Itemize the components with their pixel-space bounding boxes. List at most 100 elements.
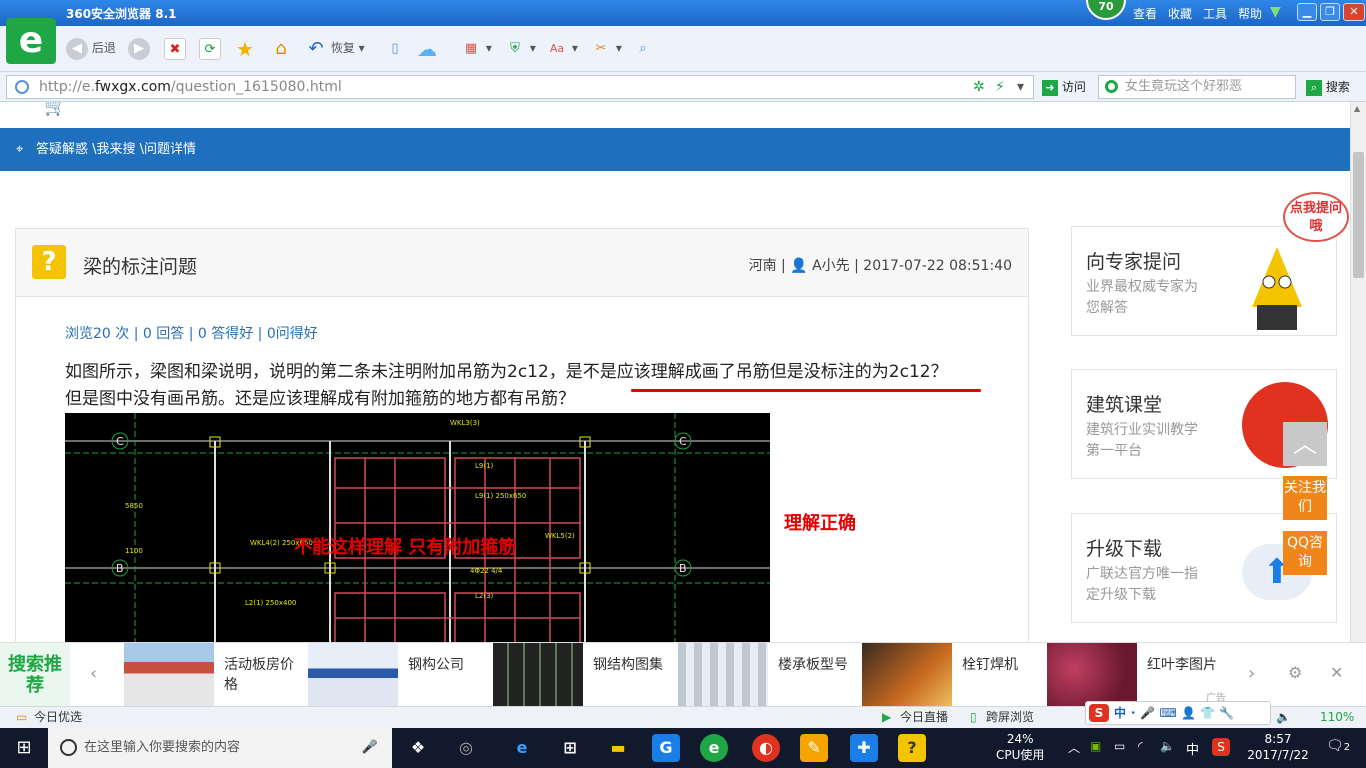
back-to-top-button[interactable]: ︿ [1283, 422, 1327, 466]
zoom-level[interactable]: 110% [1320, 707, 1354, 728]
tray-up-arrow-icon[interactable]: ︿ [1068, 739, 1080, 756]
notes-icon[interactable]: ✎ [800, 734, 828, 762]
red-underline-1 [631, 389, 981, 392]
ask-bubble-text: 点我提问哦 [1289, 201, 1342, 234]
classroom-sub: 建筑行业实训教学第一平台 [1086, 422, 1198, 459]
input-lang[interactable]: 中 [1186, 739, 1199, 758]
restore-button[interactable]: ❐ [1320, 3, 1340, 21]
cpu-percent: 24% [1006, 732, 1034, 746]
annotation-not-this: 不能这样理解 只有附加箍筋 [294, 537, 517, 558]
site-logo[interactable]: 🛒 [44, 102, 84, 117]
page-scrollbar[interactable]: ▲ [1350, 102, 1366, 642]
breadcrumb-text[interactable]: 答疑解惑 \我来搜 \问题详情 [36, 142, 196, 157]
minimize-button[interactable]: ▁ [1297, 3, 1317, 21]
screenshot-button[interactable]: ✂ ▾ [590, 36, 622, 60]
menu-help[interactable]: 帮助 [1238, 5, 1262, 22]
qq-consult-button[interactable]: QQ咨询 [1283, 531, 1327, 575]
cpu-label: CPU使用 [996, 748, 1045, 762]
recommend-label: 红叶李图片 [1147, 657, 1217, 673]
mobile-button[interactable]: ▯ [384, 36, 406, 60]
ask-expert-card[interactable]: 向专家提问 业界最权威专家为您解答 [1071, 226, 1337, 336]
classroom-title: 建筑课堂 [1086, 394, 1163, 416]
level-badge[interactable]: 70 [1086, 0, 1126, 20]
nvidia-icon[interactable]: ▣ [1090, 739, 1101, 753]
task-view-icon[interactable]: ❖ [404, 734, 432, 762]
search-placeholder: 女生竟玩这个好邪恶 [1125, 79, 1243, 94]
star-icon: ★ [236, 36, 254, 61]
store-icon[interactable]: ⊞ [556, 734, 584, 762]
wifi-icon[interactable]: ◜ [1138, 739, 1143, 753]
edge-browser-icon[interactable]: e [508, 734, 536, 762]
axis-label-c-left: C [116, 435, 124, 448]
scroll-up-arrow[interactable]: ▲ [1354, 104, 1360, 113]
speaker-icon[interactable]: 🔈 [1276, 707, 1291, 728]
page-icon [15, 80, 29, 94]
help-app-icon[interactable]: ? [898, 734, 926, 762]
file-explorer-icon[interactable]: ▬ [604, 734, 632, 762]
taskbar-search[interactable]: 在这里输入你要搜索的内容 🎤 [48, 728, 392, 768]
scroll-thumb[interactable] [1353, 152, 1364, 278]
restore-tab-button[interactable]: ↶ 恢复 ▾ [305, 36, 364, 60]
app-red-icon[interactable]: ◐ [752, 734, 780, 762]
close-button[interactable]: ✕ [1343, 3, 1365, 21]
refresh-button[interactable]: ⟳ [199, 36, 221, 60]
menu-favorites[interactable]: 收藏 [1168, 5, 1192, 22]
zoom-button[interactable]: ⌕ [632, 36, 654, 60]
search-button[interactable]: ⌕ 搜索 [1306, 78, 1350, 96]
font-icon: Aa [549, 41, 565, 55]
360-browser-taskbar-icon[interactable]: e [700, 734, 728, 762]
notification-center-icon[interactable]: 🗨2 [1326, 738, 1350, 754]
next-arrow-icon[interactable]: › [1248, 663, 1255, 684]
question-title: 梁的标注问题 [83, 256, 198, 278]
close-recommend-icon[interactable]: ✕ [1330, 663, 1343, 682]
phone-icon: ▯ [970, 710, 977, 724]
battery-icon[interactable]: ▭ [1114, 739, 1125, 753]
cloud-button[interactable]: ☁ [416, 36, 438, 60]
volume-icon[interactable]: 🔈 [1160, 739, 1175, 753]
menu-view[interactable]: 查看 [1133, 5, 1157, 22]
title-bar: 360安全浏览器 8.1 70 查看 收藏 工具 帮助 ▼ ▁ ❐ ✕ [0, 0, 1366, 26]
phone-icon: ▯ [391, 40, 399, 56]
ask-bubble[interactable]: 点我提问哦 [1283, 192, 1349, 242]
ime-mode: 中 [1114, 706, 1127, 720]
visit-button[interactable]: ➜ 访问 [1042, 78, 1086, 96]
browser-window: 360安全浏览器 8.1 70 查看 收藏 工具 帮助 ▼ ▁ ❐ ✕ e ◀ … [0, 0, 1366, 768]
url-field[interactable]: http://e.fwxgx.com/question_1615080.html… [6, 75, 1034, 99]
home-icon: ⌂ [275, 37, 287, 59]
search-input[interactable]: 女生竟玩这个好邪恶 [1098, 75, 1296, 99]
glodon-g-icon[interactable]: G [652, 734, 680, 762]
settings-gear-icon[interactable]: ⚙ [1288, 663, 1302, 682]
favorite-button[interactable]: ★ [234, 36, 256, 60]
360-browser-logo[interactable]: e [6, 18, 56, 64]
app-swirl-icon[interactable]: ◎ [452, 734, 480, 762]
sogou-tray-icon[interactable]: S [1212, 738, 1230, 756]
stop-button[interactable]: ✖ [164, 36, 186, 60]
lightning-icon[interactable]: ⚡ [995, 76, 1005, 98]
prev-arrow-icon[interactable]: ‹ [90, 663, 97, 684]
beam-label: L9(1) [475, 462, 494, 470]
home-button[interactable]: ⌂ [270, 36, 292, 60]
windows-start-button[interactable]: ⊞ [0, 728, 48, 768]
recommend-tag: 搜索推荐 [0, 643, 70, 707]
translate-button[interactable]: Aa ▾ [546, 36, 578, 60]
today-live[interactable]: 今日直播 [900, 707, 948, 728]
today-pick[interactable]: 今日优选 [34, 707, 82, 728]
back-button[interactable]: ◀ 后退 [66, 36, 116, 60]
follow-us-button[interactable]: 关注我们 [1283, 476, 1327, 520]
today-pick-icon: ▭ [16, 710, 28, 724]
clock[interactable]: 8:57 2017/7/22 [1238, 731, 1318, 763]
shirt-icon[interactable]: ▼ [1270, 4, 1281, 20]
apps-button[interactable]: ▦ ▾ [460, 36, 492, 60]
sogou-s-icon: S [1089, 704, 1109, 722]
cpu-usage[interactable]: 24% CPU使用 [996, 731, 1044, 763]
question-header: ? 梁的标注问题 河南 | 👤 A小先 | 2017-07-22 08:51:4… [16, 229, 1028, 297]
url-dropdown-icon[interactable]: ▾ [1017, 76, 1024, 98]
security-button[interactable]: ⛨ ▾ [504, 36, 536, 60]
red-plum-thumb [1047, 643, 1137, 707]
forward-button[interactable]: ▶ [128, 36, 150, 60]
cross-screen[interactable]: 跨屏浏览 [986, 707, 1034, 728]
sogou-ime-bar[interactable]: S 中 ･ 🎤 ⌨ 👤 👕 🔧 [1085, 701, 1271, 725]
menu-tools[interactable]: 工具 [1203, 5, 1227, 22]
app-plus-icon[interactable]: ✚ [850, 734, 878, 762]
beam-label: WKL3(3) [450, 419, 480, 427]
